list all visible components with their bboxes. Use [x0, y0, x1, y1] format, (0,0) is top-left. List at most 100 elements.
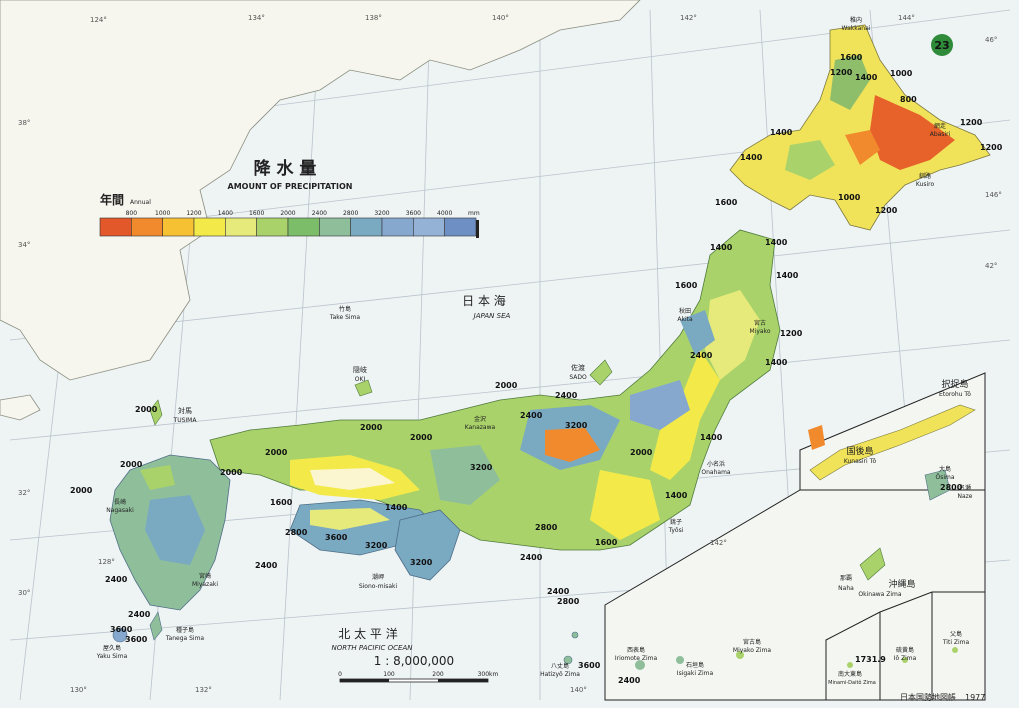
legend-label-en: Annual — [130, 199, 151, 206]
isohyet-label: 2400 — [555, 391, 578, 400]
isohyet-label: 2400 — [255, 561, 278, 570]
legend-swatch — [444, 217, 477, 237]
isohyet-label: 2400 — [128, 610, 151, 619]
japan-sea-label-ja: 日 本 海 — [462, 293, 506, 308]
place-label: Abasiri — [930, 131, 951, 138]
place-label: Ôsima — [935, 474, 954, 481]
place-label: 種子島 — [176, 626, 194, 634]
isohyet-label: 3600 — [110, 625, 133, 634]
legend-tick-label: 1000 — [155, 210, 170, 217]
coord-label: 142° — [680, 14, 697, 22]
place-label: Hatizyô Zima — [540, 671, 580, 678]
map-title-ja: 降 水 量 — [254, 158, 317, 179]
isohyet-label: 1200 — [875, 206, 898, 215]
coord-label: 38° — [18, 119, 30, 127]
legend-tick-label: 2800 — [343, 210, 358, 217]
place-label: 稚内 — [850, 16, 862, 24]
place-label: Iô Zima — [894, 655, 917, 662]
legend-label-ja: 年間 — [100, 192, 124, 207]
place-label: SADO — [569, 374, 587, 381]
isohyet-label: 1400 — [665, 491, 688, 500]
place-label: Onahama — [701, 469, 731, 476]
place-label: Minami-Daitô Zima — [828, 679, 876, 686]
scale-tick-100: 100 — [383, 671, 395, 678]
place-label: 硫黄島 — [896, 646, 914, 654]
legend-swatch — [131, 217, 163, 237]
coord-label: 32° — [18, 489, 30, 497]
place-label: 宮古島 — [743, 638, 761, 646]
place-label: 大島 — [939, 465, 951, 473]
place-label: 択捉島 — [941, 378, 968, 390]
place-label: 屋久島 — [103, 644, 121, 652]
place-label: 八丈島 — [551, 662, 569, 670]
place-label: OKI — [355, 376, 366, 383]
place-label: 竹島 — [339, 305, 351, 313]
place-label: Tanega Sima — [165, 635, 205, 642]
legend-tick-label: 3600 — [406, 210, 421, 217]
legend-swatch — [381, 217, 414, 237]
place-label: 金沢 — [474, 415, 486, 423]
scale-tick-200: 200 — [432, 671, 444, 678]
place-label: Iriomote Zima — [615, 655, 658, 662]
isohyet-label: 3600 — [325, 533, 348, 542]
coord-label: 30° — [18, 589, 30, 597]
scale-ratio: 1 : 8,000,000 — [374, 654, 454, 668]
place-label: Titi Zima — [942, 639, 970, 646]
isohyet-label: 1000 — [838, 193, 861, 202]
isohyet-label: 1400 — [776, 271, 799, 280]
isohyet-label: 2000 — [630, 448, 653, 457]
scale-tick-300: 300km — [478, 671, 499, 678]
isohyet-label: 1400 — [710, 243, 733, 252]
coord-label: 34° — [18, 241, 30, 249]
legend-swatch — [319, 217, 351, 237]
isohyet-label: 1400 — [765, 238, 788, 247]
legend-shadow — [476, 220, 479, 238]
place-label: Etorohu Tô — [939, 391, 971, 398]
legend-tick-label: 2400 — [312, 210, 327, 217]
scale-tick-0: 0 — [338, 671, 342, 678]
isohyet-label: 1200 — [960, 118, 983, 127]
isohyet-label: 2000 — [70, 486, 93, 495]
pacific-label-ja: 北 太 平 洋 — [338, 626, 397, 641]
isohyet-label: 3200 — [365, 541, 388, 550]
isohyet-label: 1600 — [715, 198, 738, 207]
isohyet-label: 1600 — [840, 53, 863, 62]
place-label: Wakkanai — [842, 25, 871, 32]
place-label: 石垣島 — [686, 661, 704, 669]
place-label: Yaku Sima — [96, 653, 128, 660]
isohyet-label: 1600 — [675, 281, 698, 290]
isohyet-label: 1200 — [780, 329, 803, 338]
place-label: 西表島 — [627, 646, 645, 654]
place-label: Kusiro — [916, 181, 935, 188]
coord-label: 144° — [898, 14, 915, 22]
isohyet-label: 2400 — [520, 411, 543, 420]
precipitation-map: 800 1000 1200 1400 1600 2000 2400 2800 3200 3600 4… — [0, 0, 1019, 708]
isohyet-label: 2400 — [618, 676, 641, 685]
legend-tick-label: 1400 — [218, 210, 233, 217]
place-label: 対馬 — [178, 406, 192, 415]
place-label: Tyôsi — [668, 527, 684, 534]
isohyet-label: 1400 — [740, 153, 763, 162]
place-label: 小名浜 — [707, 460, 725, 468]
place-label: 那覇 — [840, 574, 852, 582]
legend-swatch — [225, 217, 257, 237]
isohyet-label: 2000 — [135, 405, 158, 414]
place-label: 南大東島 — [838, 670, 862, 678]
place-label: 釧路 — [919, 172, 931, 180]
isohyet-label: 3200 — [565, 421, 588, 430]
place-label: 秋田 — [679, 307, 691, 315]
coord-label: 130° — [70, 686, 87, 694]
legend-unit: mm — [468, 210, 480, 217]
isohyet-label: 1400 — [700, 433, 723, 442]
isohyet-label: 2400 — [520, 553, 543, 562]
isohyet-label: 3600 — [578, 661, 601, 670]
isohyet-label: 3200 — [470, 463, 493, 472]
place-label: Miyazaki — [192, 581, 218, 588]
legend-tick-label: 2000 — [280, 210, 295, 217]
publication-year: 1977 — [965, 693, 985, 702]
scale-bar — [339, 678, 489, 683]
place-label: 宮古 — [754, 319, 766, 327]
isohyet-label: 2800 — [535, 523, 558, 532]
publisher: 日本国勢地図帳 — [900, 692, 956, 702]
legend-swatch — [256, 217, 289, 237]
